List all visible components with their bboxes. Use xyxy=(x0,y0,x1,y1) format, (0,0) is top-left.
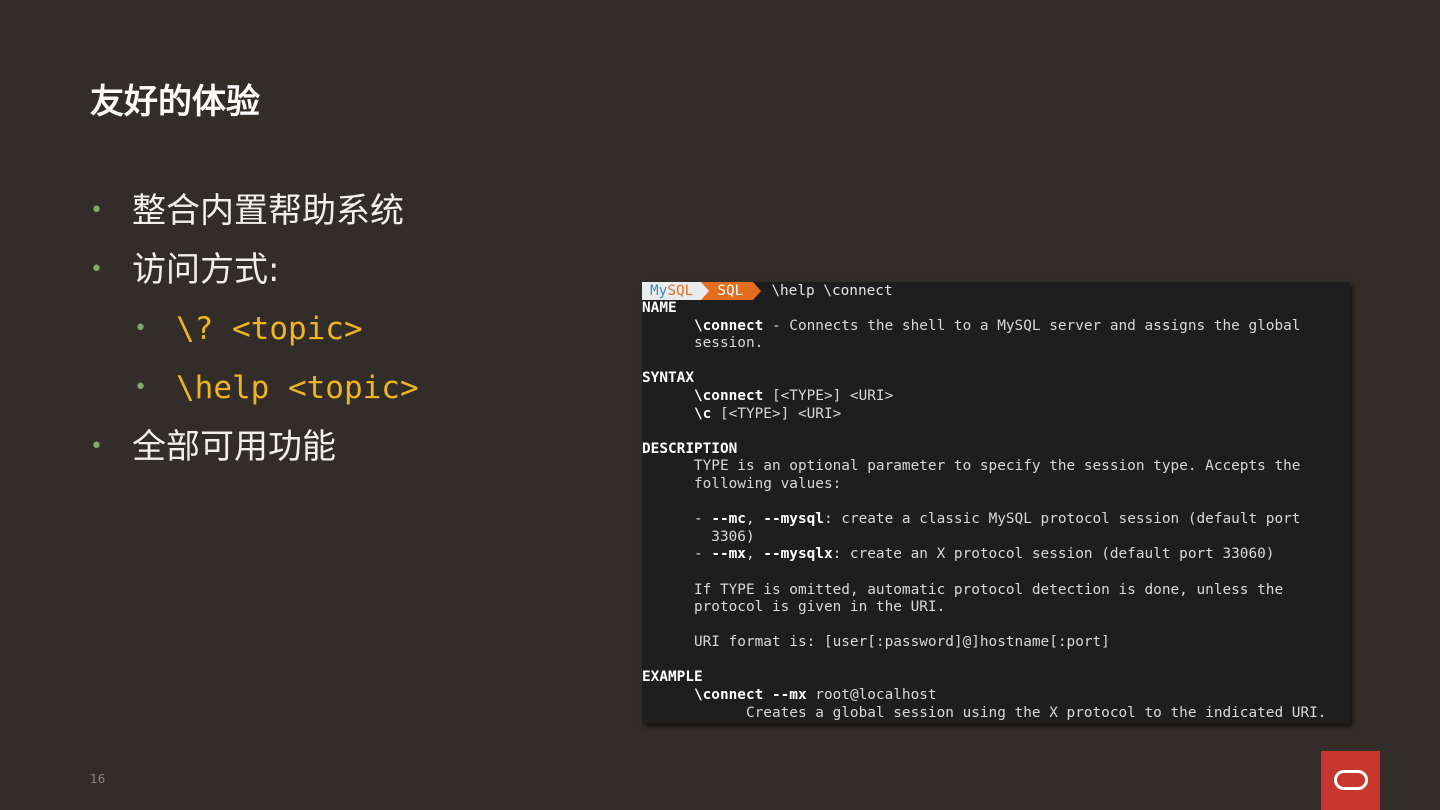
bullet-dot-icon: • xyxy=(134,375,147,400)
terminal-line: TYPE is an optional parameter to specify… xyxy=(642,458,1350,476)
terminal-line: - --mc, --mysql: create a classic MySQL … xyxy=(642,511,1350,529)
terminal-text: If TYPE is omitted, automatic protocol d… xyxy=(642,581,1284,598)
terminal-keyword: DESCRIPTION xyxy=(642,440,738,457)
terminal-keyword: --mysql xyxy=(763,511,824,528)
terminal-keyword: \connect xyxy=(693,317,764,334)
oracle-ring-icon xyxy=(1334,770,1368,790)
terminal-line: session. xyxy=(642,335,1350,353)
terminal-text: : create an X protocol session (default … xyxy=(832,546,1275,563)
terminal-text: URI format is: [user[:password]@]hostnam… xyxy=(642,634,1110,651)
shell-prompt: MySQL SQL \help \connect xyxy=(642,282,1350,300)
terminal-text: 3306) xyxy=(642,528,755,545)
bullet-dot-icon: • xyxy=(90,434,103,459)
terminal-keyword: NAME xyxy=(642,300,677,316)
terminal-keyword: \connect xyxy=(693,387,764,404)
slide-title: 友好的体验 xyxy=(90,82,260,122)
page-number: 16 xyxy=(90,772,106,786)
bullet-text: \help <topic> xyxy=(176,370,419,406)
terminal-text: root@localhost xyxy=(806,687,937,704)
prompt-mode-segment: SQL xyxy=(701,282,762,300)
terminal-text: : create a classic MySQL protocol sessio… xyxy=(823,511,1301,528)
terminal-text: - Connects the shell to a MySQL server a… xyxy=(763,317,1301,334)
terminal-text: - xyxy=(642,546,712,563)
terminal-line: \connect - Connects the shell to a MySQL… xyxy=(642,318,1350,336)
terminal-line: \connect [<TYPE>] <URI> xyxy=(642,388,1350,406)
terminal-output: NAME \connect - Connects the shell to a … xyxy=(642,300,1350,722)
terminal-line: \c [<TYPE>] <URI> xyxy=(642,406,1350,424)
terminal-keyword: --mx xyxy=(711,546,746,563)
bullet-dot-icon: • xyxy=(90,257,103,282)
terminal-line: - --mx, --mysqlx: create an X protocol s… xyxy=(642,546,1350,564)
terminal-text: session. xyxy=(642,335,764,352)
terminal-line: following values: xyxy=(642,476,1350,494)
terminal-text: [<TYPE>] <URI> xyxy=(763,387,894,404)
terminal-screenshot: MySQL SQL \help \connect NAME \connect -… xyxy=(642,282,1350,724)
terminal-text: Creates a global session using the X pro… xyxy=(642,704,1327,721)
terminal-text: TYPE is an optional parameter to specify… xyxy=(642,458,1301,475)
terminal-text: [<TYPE>] <URI> xyxy=(711,405,842,422)
bullet-text: 访问方式: xyxy=(132,250,280,290)
bullet-text: \? <topic> xyxy=(176,311,363,347)
terminal-text: following values: xyxy=(642,475,842,492)
bullet-text: 整合内置帮助系统 xyxy=(132,191,404,231)
terminal-keyword: --mysqlx xyxy=(763,546,833,563)
terminal-line: \connect --mx root@localhost xyxy=(642,687,1350,705)
terminal-line: protocol is given in the URI. xyxy=(642,599,1350,617)
terminal-line: NAME xyxy=(642,300,1350,318)
terminal-text: , xyxy=(745,511,764,528)
terminal-line: SYNTAX xyxy=(642,370,1350,388)
terminal-keyword: \connect --mx xyxy=(693,687,807,704)
terminal-keyword: --mc xyxy=(711,511,746,528)
terminal-line: URI format is: [user[:password]@]hostnam… xyxy=(642,634,1350,652)
prompt-command: \help \connect xyxy=(771,283,893,299)
oracle-logo xyxy=(1321,751,1380,810)
terminal-line: DESCRIPTION xyxy=(642,441,1350,459)
terminal-keyword: \c xyxy=(693,405,712,422)
terminal-keyword: SYNTAX xyxy=(642,370,694,387)
terminal-line: Creates a global session using the X pro… xyxy=(642,705,1350,723)
prompt-product-segment: MySQL xyxy=(642,282,702,300)
bullet-dot-icon: • xyxy=(90,198,103,223)
terminal-line: If TYPE is omitted, automatic protocol d… xyxy=(642,582,1350,600)
terminal-text: , xyxy=(745,546,764,563)
bullet-text: 全部可用功能 xyxy=(132,427,336,467)
terminal-line: EXAMPLE xyxy=(642,669,1350,687)
terminal-text: - xyxy=(642,511,712,528)
terminal-line: 3306) xyxy=(642,529,1350,547)
terminal-keyword: EXAMPLE xyxy=(642,669,703,686)
terminal-text: protocol is given in the URI. xyxy=(642,599,946,616)
bullet-dot-icon: • xyxy=(134,316,147,341)
